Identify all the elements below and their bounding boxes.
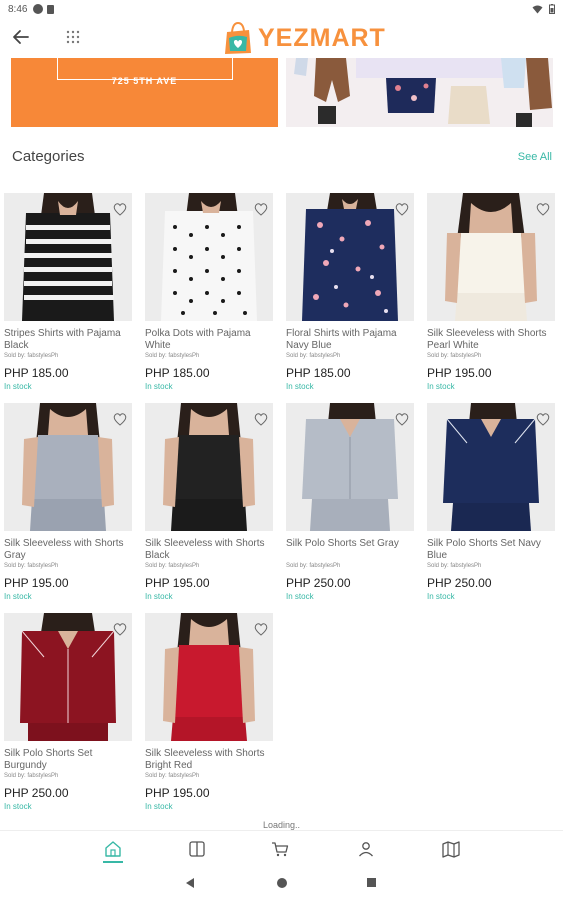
stock-status: In stock — [427, 382, 455, 391]
status-time: 8:46 — [8, 3, 28, 15]
see-all-link[interactable]: See All — [518, 151, 552, 163]
product-price: PHP 250.00 — [427, 576, 492, 590]
product-seller: Sold by: fabstylesPh — [145, 353, 200, 359]
product-card[interactable]: Polka Dots with Pajama White Sold by: fa… — [145, 193, 273, 398]
system-nav-bar — [0, 864, 563, 900]
product-seller: Sold by: fabstylesPh — [286, 353, 341, 359]
product-name[interactable]: Silk Sleeveless with Shorts Black — [145, 538, 273, 562]
heart-icon[interactable] — [253, 411, 269, 427]
notification-icon — [33, 4, 44, 14]
product-price: PHP 195.00 — [427, 366, 492, 380]
product-card[interactable]: Silk Sleeveless with Shorts Gray Sold by… — [4, 403, 132, 608]
product-card[interactable]: Silk Polo Shorts Set Gray Sold by: fabst… — [286, 403, 414, 608]
battery-icon — [549, 4, 555, 14]
app-bar: YEZMART — [0, 18, 563, 58]
cart-icon[interactable] — [270, 839, 290, 859]
product-card[interactable]: Silk Polo Shorts Set Burgundy Sold by: f… — [4, 613, 132, 818]
product-price: PHP 250.00 — [4, 786, 69, 800]
product-name[interactable]: Silk Sleeveless with Shorts Gray — [4, 538, 132, 562]
product-seller: Sold by: fabstylesPh — [4, 353, 59, 359]
product-card[interactable]: Silk Sleeveless with Shorts Black Sold b… — [145, 403, 273, 608]
heart-icon[interactable] — [253, 201, 269, 217]
product-name[interactable]: Polka Dots with Pajama White — [145, 328, 273, 352]
product-seller: Sold by: fabstylesPh — [427, 353, 482, 359]
shopping-bag-logo-icon — [225, 21, 251, 54]
bottom-nav — [0, 830, 563, 864]
heart-icon[interactable] — [394, 201, 410, 217]
categories-title: Categories — [12, 148, 85, 165]
product-card[interactable]: Stripes Shirts with Pajama Black Sold by… — [4, 193, 132, 398]
stock-status: In stock — [427, 592, 455, 601]
product-seller: Sold by: fabstylesPh — [286, 563, 341, 569]
stock-status: In stock — [286, 382, 314, 391]
product-seller: Sold by: fabstylesPh — [4, 563, 59, 569]
product-card[interactable]: Silk Sleeveless with Shorts Pearl White … — [427, 193, 555, 398]
product-price: PHP 195.00 — [145, 786, 210, 800]
product-grid: Stripes Shirts with Pajama Black Sold by… — [4, 193, 560, 823]
loading-indicator: Loading.. — [262, 820, 301, 830]
product-price: PHP 185.00 — [4, 366, 69, 380]
pajama-collage-image — [294, 58, 552, 127]
sim-icon — [47, 4, 55, 14]
heart-icon[interactable] — [112, 201, 128, 217]
product-name[interactable]: Silk Sleeveless with Shorts Bright Red — [145, 748, 273, 772]
account-icon[interactable] — [356, 839, 376, 859]
banner-address: 725 5TH AVE — [111, 76, 178, 86]
product-name[interactable]: Stripes Shirts with Pajama Black — [4, 328, 132, 352]
product-card[interactable]: Silk Sleeveless with Shorts Bright Red S… — [145, 613, 273, 818]
stock-status: In stock — [4, 592, 32, 601]
heart-icon[interactable] — [535, 411, 551, 427]
product-seller: Sold by: fabstylesPh — [4, 773, 59, 779]
product-price: PHP 185.00 — [145, 366, 210, 380]
product-seller: Sold by: fabstylesPh — [145, 773, 200, 779]
product-seller: Sold by: fabstylesPh — [427, 563, 482, 569]
stock-status: In stock — [145, 592, 173, 601]
system-home-icon[interactable] — [277, 878, 287, 888]
back-arrow-icon[interactable] — [10, 26, 32, 48]
stock-status: In stock — [145, 382, 173, 391]
stock-status: In stock — [4, 382, 32, 391]
product-price: PHP 195.00 — [145, 576, 210, 590]
active-tab-indicator — [103, 861, 123, 863]
yezmart-logo: YEZMART — [220, 18, 386, 58]
stock-status: In stock — [4, 802, 32, 811]
product-name[interactable]: Silk Polo Shorts Set Burgundy — [4, 748, 132, 772]
wifi-icon — [532, 5, 543, 13]
product-card[interactable]: Silk Polo Shorts Set Navy Blue Sold by: … — [427, 403, 555, 608]
heart-icon[interactable] — [535, 201, 551, 217]
product-name[interactable]: Silk Sleeveless with Shorts Pearl White — [427, 328, 555, 352]
product-name[interactable]: Floral Shirts with Pajama Navy Blue — [286, 328, 414, 352]
status-bar: 8:46 — [0, 0, 563, 18]
heart-icon[interactable] — [112, 411, 128, 427]
product-price: PHP 185.00 — [286, 366, 351, 380]
promo-banner-pajamas[interactable] — [286, 58, 553, 127]
stock-status: In stock — [286, 592, 314, 601]
product-name[interactable]: Silk Polo Shorts Set Navy Blue — [427, 538, 555, 562]
product-price: PHP 195.00 — [4, 576, 69, 590]
heart-icon[interactable] — [253, 621, 269, 637]
heart-icon[interactable] — [394, 411, 410, 427]
promo-banner-orange[interactable]: 725 5TH AVE — [11, 58, 278, 127]
product-price: PHP 250.00 — [286, 576, 351, 590]
stock-status: In stock — [145, 802, 173, 811]
grid-menu-icon[interactable] — [64, 28, 82, 46]
banner-carousel[interactable]: 725 5TH AVE — [0, 58, 563, 128]
map-icon[interactable] — [441, 839, 461, 859]
heart-icon[interactable] — [112, 621, 128, 637]
catalog-icon[interactable] — [187, 839, 207, 859]
product-seller: Sold by: fabstylesPh — [145, 563, 200, 569]
logo-text: YEZMART — [258, 23, 386, 52]
system-recents-icon[interactable] — [367, 878, 376, 887]
product-name[interactable]: Silk Polo Shorts Set Gray — [286, 538, 414, 550]
system-back-icon[interactable] — [186, 878, 194, 888]
product-card[interactable]: Floral Shirts with Pajama Navy Blue Sold… — [286, 193, 414, 398]
home-icon[interactable] — [103, 839, 123, 859]
